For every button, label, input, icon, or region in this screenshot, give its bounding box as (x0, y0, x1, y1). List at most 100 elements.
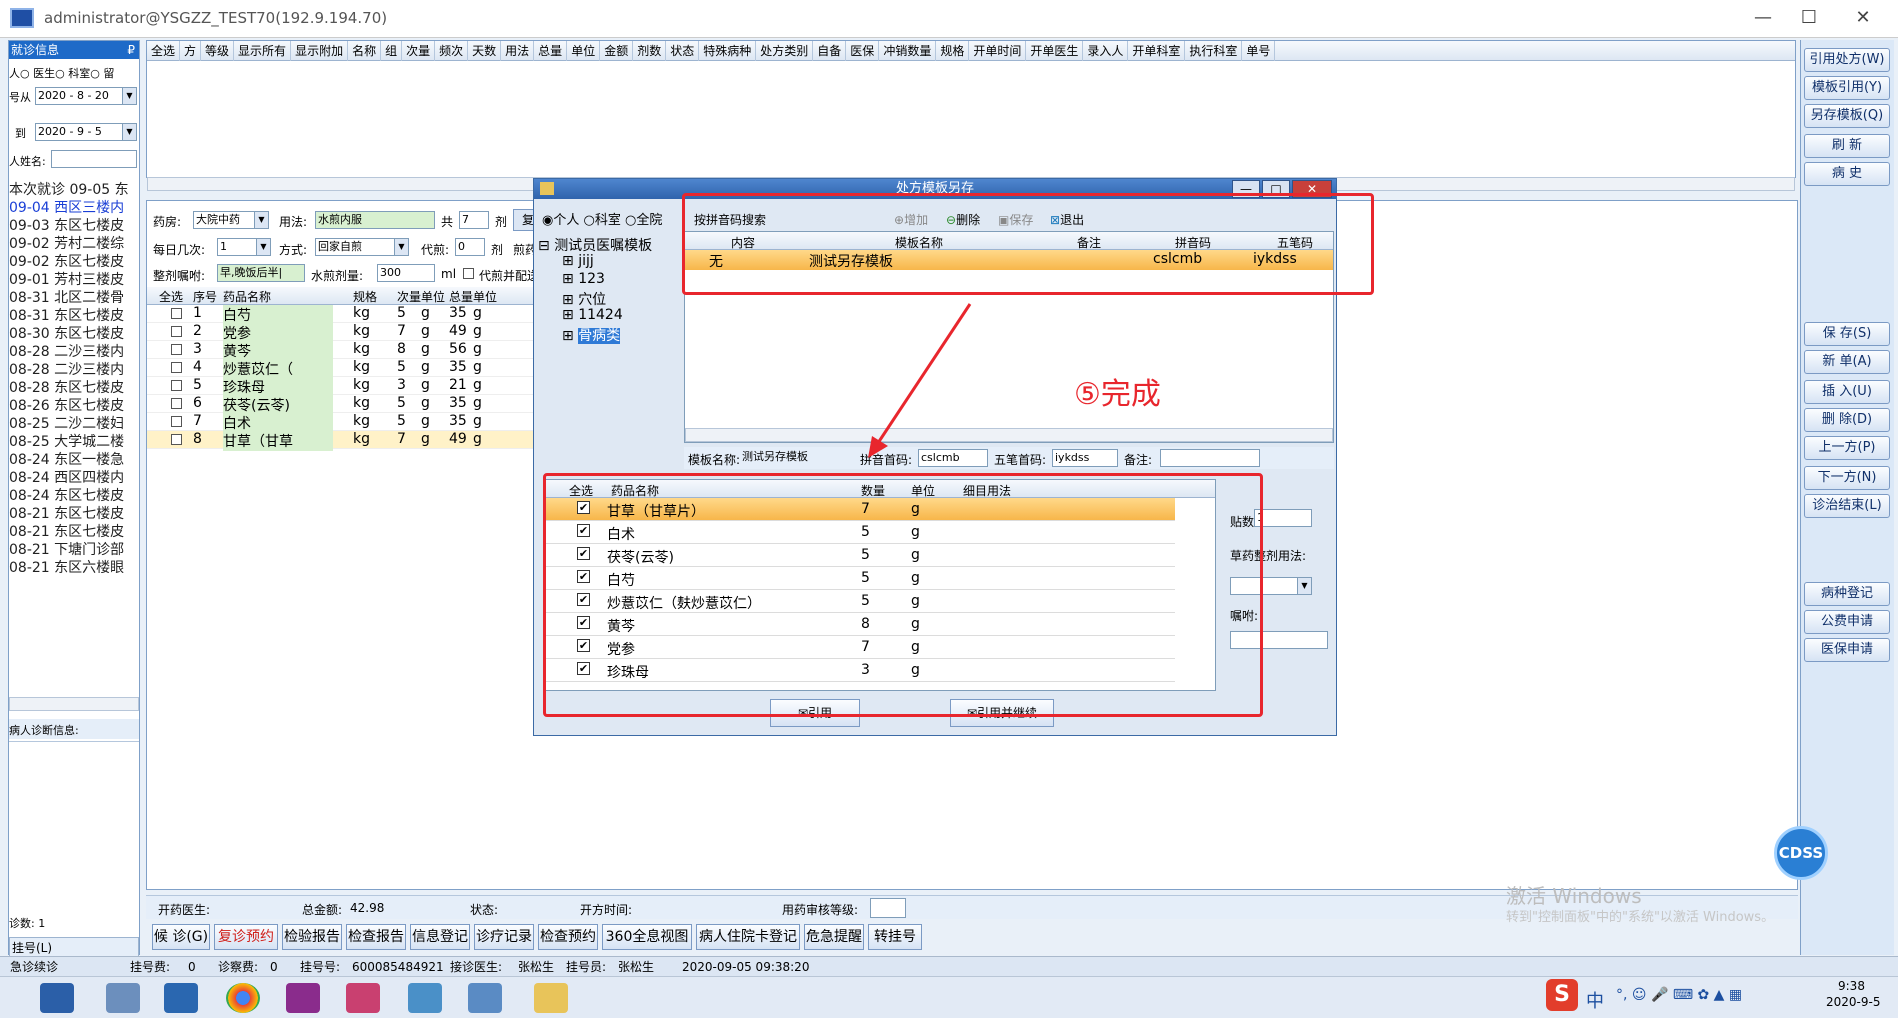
bottom-button[interactable]: 信息登记 (410, 924, 470, 950)
action-button[interactable]: 引用处方(W) (1804, 48, 1890, 72)
from-date-input[interactable]: 2020 - 8 - 20 ▼ (35, 87, 137, 105)
visit-item[interactable]: 09-02 东区七楼皮 (9, 253, 139, 271)
tree-node-123[interactable]: 123 (578, 271, 605, 287)
rx-cell[interactable]: 珍珠母 (223, 377, 333, 397)
visit-item[interactable]: 08-21 下塘门诊部 (9, 541, 139, 559)
taskbar-database-icon[interactable] (346, 983, 380, 1013)
visit-item[interactable]: 08-31 北区二楼骨 (9, 289, 139, 307)
action-button[interactable]: 公费申请 (1804, 610, 1890, 634)
method-select[interactable]: 回家自煎 ▼ (315, 238, 409, 256)
rx-cell[interactable]: 甘草（甘草 (223, 431, 333, 451)
visit-item[interactable]: 08-28 东区七楼皮 (9, 379, 139, 397)
tree-expand-icon[interactable]: ⊞ (562, 307, 574, 323)
bottom-button[interactable]: 候 诊(G) (152, 924, 210, 950)
rx-drug-row[interactable]: 6 茯苓(云苓) kg 5 g 35 g (147, 395, 535, 415)
bottom-button[interactable]: 转挂号 (868, 924, 922, 950)
method-dropdown-icon[interactable]: ▼ (394, 239, 408, 255)
rx-drug-row[interactable]: 1 白芍 kg 5 g 35 g (147, 305, 535, 325)
radio-patient[interactable]: ○ (20, 67, 30, 80)
visit-item[interactable]: 09-03 东区七楼皮 (9, 217, 139, 235)
tree-expand-icon[interactable]: ⊞ (562, 328, 574, 344)
tree-root[interactable]: 测试员医嘱模板 (554, 238, 652, 254)
audit-input[interactable] (870, 898, 906, 918)
rx-grid-col[interactable]: 全选 (159, 288, 183, 305)
visit-item[interactable]: 08-24 东区一楼急 (9, 451, 139, 469)
action-button[interactable]: 病 史 (1804, 162, 1890, 186)
rx-cell[interactable]: 党参 (223, 323, 333, 343)
pharmacy-dropdown-icon[interactable]: ▼ (254, 212, 268, 228)
row-checkbox[interactable] (171, 308, 182, 319)
chrome-icon[interactable] (226, 983, 260, 1013)
action-button[interactable]: 保 存(S) (1804, 322, 1890, 346)
row-checkbox[interactable] (171, 326, 182, 337)
row-checkbox[interactable] (171, 344, 182, 355)
action-button[interactable]: 模板引用(Y) (1804, 76, 1890, 100)
radio-department[interactable]: ○ (584, 213, 595, 228)
tree-node-bone[interactable]: 骨病类 (578, 328, 621, 344)
action-button[interactable]: 插 入(U) (1804, 380, 1890, 404)
template-grid-scrollbar[interactable] (685, 428, 1333, 442)
row-checkbox[interactable] (171, 398, 182, 409)
action-button[interactable]: 删 除(D) (1804, 408, 1890, 432)
radio-personal[interactable]: ◉ (542, 213, 553, 228)
visit-item[interactable]: 08-28 二沙三楼内 (9, 361, 139, 379)
radio-hospital[interactable]: ○ (625, 213, 636, 228)
visit-item[interactable]: 08-21 东区六楼眼 (9, 559, 139, 573)
bottom-button[interactable]: 检验报告 (282, 924, 342, 950)
bottom-button[interactable]: 危急提醒 (804, 924, 864, 950)
prep-dropdown-icon[interactable]: ▼ (1297, 578, 1311, 594)
row-checkbox[interactable] (171, 362, 182, 373)
cdss-button[interactable]: CDSS (1774, 826, 1828, 880)
ime-mode[interactable]: 中 (1586, 987, 1604, 1013)
tree-expand-icon[interactable]: ⊞ (562, 253, 574, 269)
rx-drug-row[interactable]: 3 黄芩 kg 8 g 56 g (147, 341, 535, 361)
from-date-dropdown-icon[interactable]: ▼ (122, 88, 136, 104)
top-grid-col[interactable]: 显示附加 (291, 41, 349, 61)
action-button[interactable]: 刷 新 (1804, 134, 1890, 158)
pin-icon[interactable]: ₽ (127, 41, 135, 59)
taskbar-app-icon[interactable] (40, 983, 74, 1013)
top-grid-col[interactable]: 显示所有 (234, 41, 292, 61)
pharmacy-select[interactable]: 大院中药 ▼ (193, 211, 269, 229)
visit-list-scrollbar[interactable] (9, 697, 139, 711)
visit-item[interactable]: 08-21 东区七楼皮 (9, 505, 139, 523)
tree-node-jijj[interactable]: jijj (578, 253, 594, 269)
visit-item[interactable]: 09-02 芳村二楼综 (9, 235, 139, 253)
action-button[interactable]: 诊治结束(L) (1804, 494, 1890, 518)
rx-drug-row[interactable]: 7 白术 kg 5 g 35 g (147, 413, 535, 433)
bottom-button[interactable]: 360全息视图 (602, 924, 692, 950)
daily-select[interactable]: 1 ▼ (217, 238, 271, 256)
maximize-icon[interactable]: ☐ (1786, 4, 1832, 32)
action-button[interactable]: 病种登记 (1804, 582, 1890, 606)
rx-drug-row[interactable]: 8 甘草（甘草 kg 7 g 49 g (147, 431, 535, 451)
bottom-button[interactable]: 检查预约 (538, 924, 598, 950)
bottom-button[interactable]: 检查报告 (346, 924, 406, 950)
action-button[interactable]: 上一方(P) (1804, 436, 1890, 460)
rx-cell[interactable]: 黄芩 (223, 341, 333, 361)
action-button[interactable]: 新 单(A) (1804, 350, 1890, 374)
advice-input[interactable]: 早,晚饭后半| (217, 264, 305, 282)
visit-item[interactable]: 08-25 二沙二楼妇 (9, 415, 139, 433)
ime-tray-icons[interactable]: °, ☺ 🎤 ⌨ ✿ ▲ ▦ (1616, 987, 1742, 1003)
close-icon[interactable]: ✕ (1840, 4, 1886, 32)
visit-item[interactable]: 本次就诊 09-05 东 (9, 181, 139, 199)
visit-item[interactable]: 08-26 东区七楼皮 (9, 397, 139, 415)
rx-drug-row[interactable]: 5 珍珠母 kg 3 g 21 g (147, 377, 535, 397)
rx-cell[interactable]: 炒薏苡仁（ (223, 359, 333, 379)
visit-item[interactable]: 08-28 二沙三楼内 (9, 343, 139, 361)
visit-item[interactable]: 08-31 东区七楼皮 (9, 307, 139, 325)
sogou-ime-icon[interactable]: S (1546, 979, 1578, 1011)
tree-node-acupoint[interactable]: 穴位 (578, 292, 606, 308)
visit-item[interactable]: 08-30 东区七楼皮 (9, 325, 139, 343)
visit-item[interactable]: 08-24 西区四楼内 (9, 469, 139, 487)
tpl-note-input[interactable] (1160, 449, 1260, 467)
taskbar-powershell-icon[interactable] (164, 983, 198, 1013)
tree-expand-icon[interactable]: ⊞ (562, 292, 574, 308)
action-button[interactable]: 医保申请 (1804, 638, 1890, 662)
patient-name-input[interactable] (51, 150, 137, 168)
radio-dept[interactable]: ○ (90, 67, 100, 80)
taskbar-network-icon[interactable] (408, 983, 442, 1013)
rx-cell[interactable]: 茯苓(云苓) (223, 395, 333, 415)
rx-drug-row[interactable]: 2 党参 kg 7 g 49 g (147, 323, 535, 343)
visit-item[interactable]: 08-24 东区七楼皮 (9, 487, 139, 505)
